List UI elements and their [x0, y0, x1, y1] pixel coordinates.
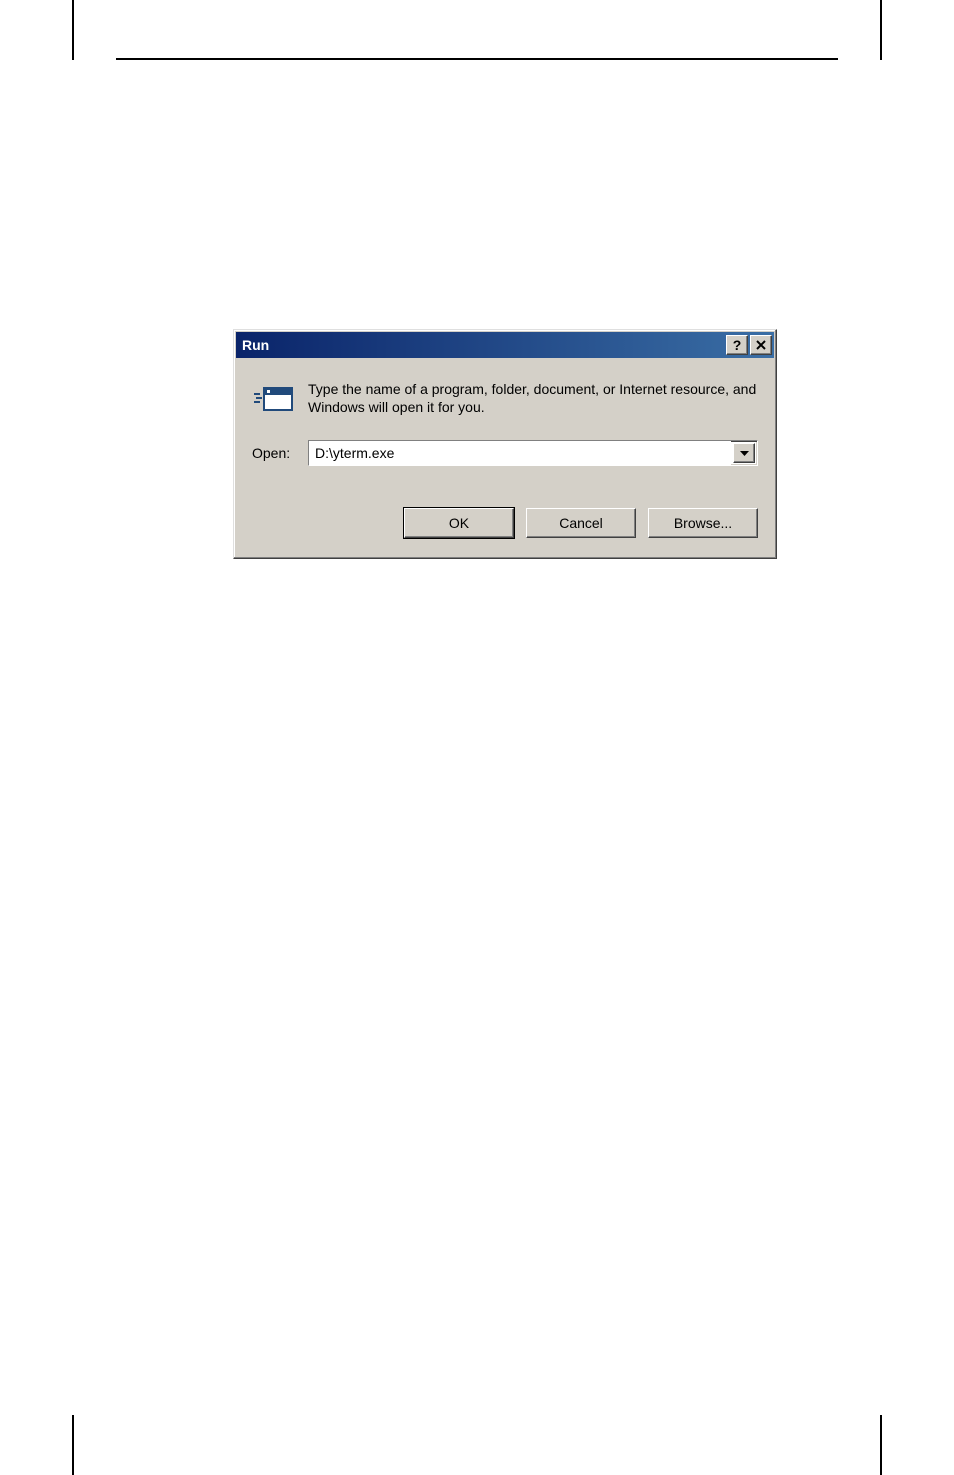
ok-button[interactable]: OK [404, 508, 514, 538]
open-dropdown-button[interactable] [733, 443, 755, 463]
help-icon: ? [733, 337, 742, 353]
page-rule [116, 58, 838, 60]
description-row: Type the name of a program, folder, docu… [252, 380, 758, 416]
browse-button-label: Browse... [674, 515, 732, 531]
run-dialog: Run ? Type the name of a program, fold [233, 329, 777, 559]
cancel-button-label: Cancel [559, 515, 603, 531]
open-row: Open: [252, 440, 758, 466]
run-icon [252, 382, 292, 414]
open-label: Open: [252, 445, 292, 461]
close-icon [756, 337, 766, 353]
crop-mark [880, 0, 882, 60]
dialog-description: Type the name of a program, folder, docu… [308, 380, 758, 416]
help-button[interactable]: ? [726, 335, 748, 355]
open-combobox[interactable] [308, 440, 758, 466]
close-button[interactable] [750, 335, 772, 355]
dialog-title: Run [238, 337, 724, 353]
crop-mark [880, 1415, 882, 1475]
cancel-button[interactable]: Cancel [526, 508, 636, 538]
titlebar[interactable]: Run ? [236, 332, 774, 358]
chevron-down-icon [740, 444, 749, 462]
crop-mark [72, 0, 74, 60]
button-row: OK Cancel Browse... [252, 508, 758, 538]
browse-button[interactable]: Browse... [648, 508, 758, 538]
open-input[interactable] [309, 441, 731, 465]
dialog-body: Type the name of a program, folder, docu… [234, 360, 776, 558]
crop-mark [72, 1415, 74, 1475]
ok-button-label: OK [449, 515, 469, 531]
